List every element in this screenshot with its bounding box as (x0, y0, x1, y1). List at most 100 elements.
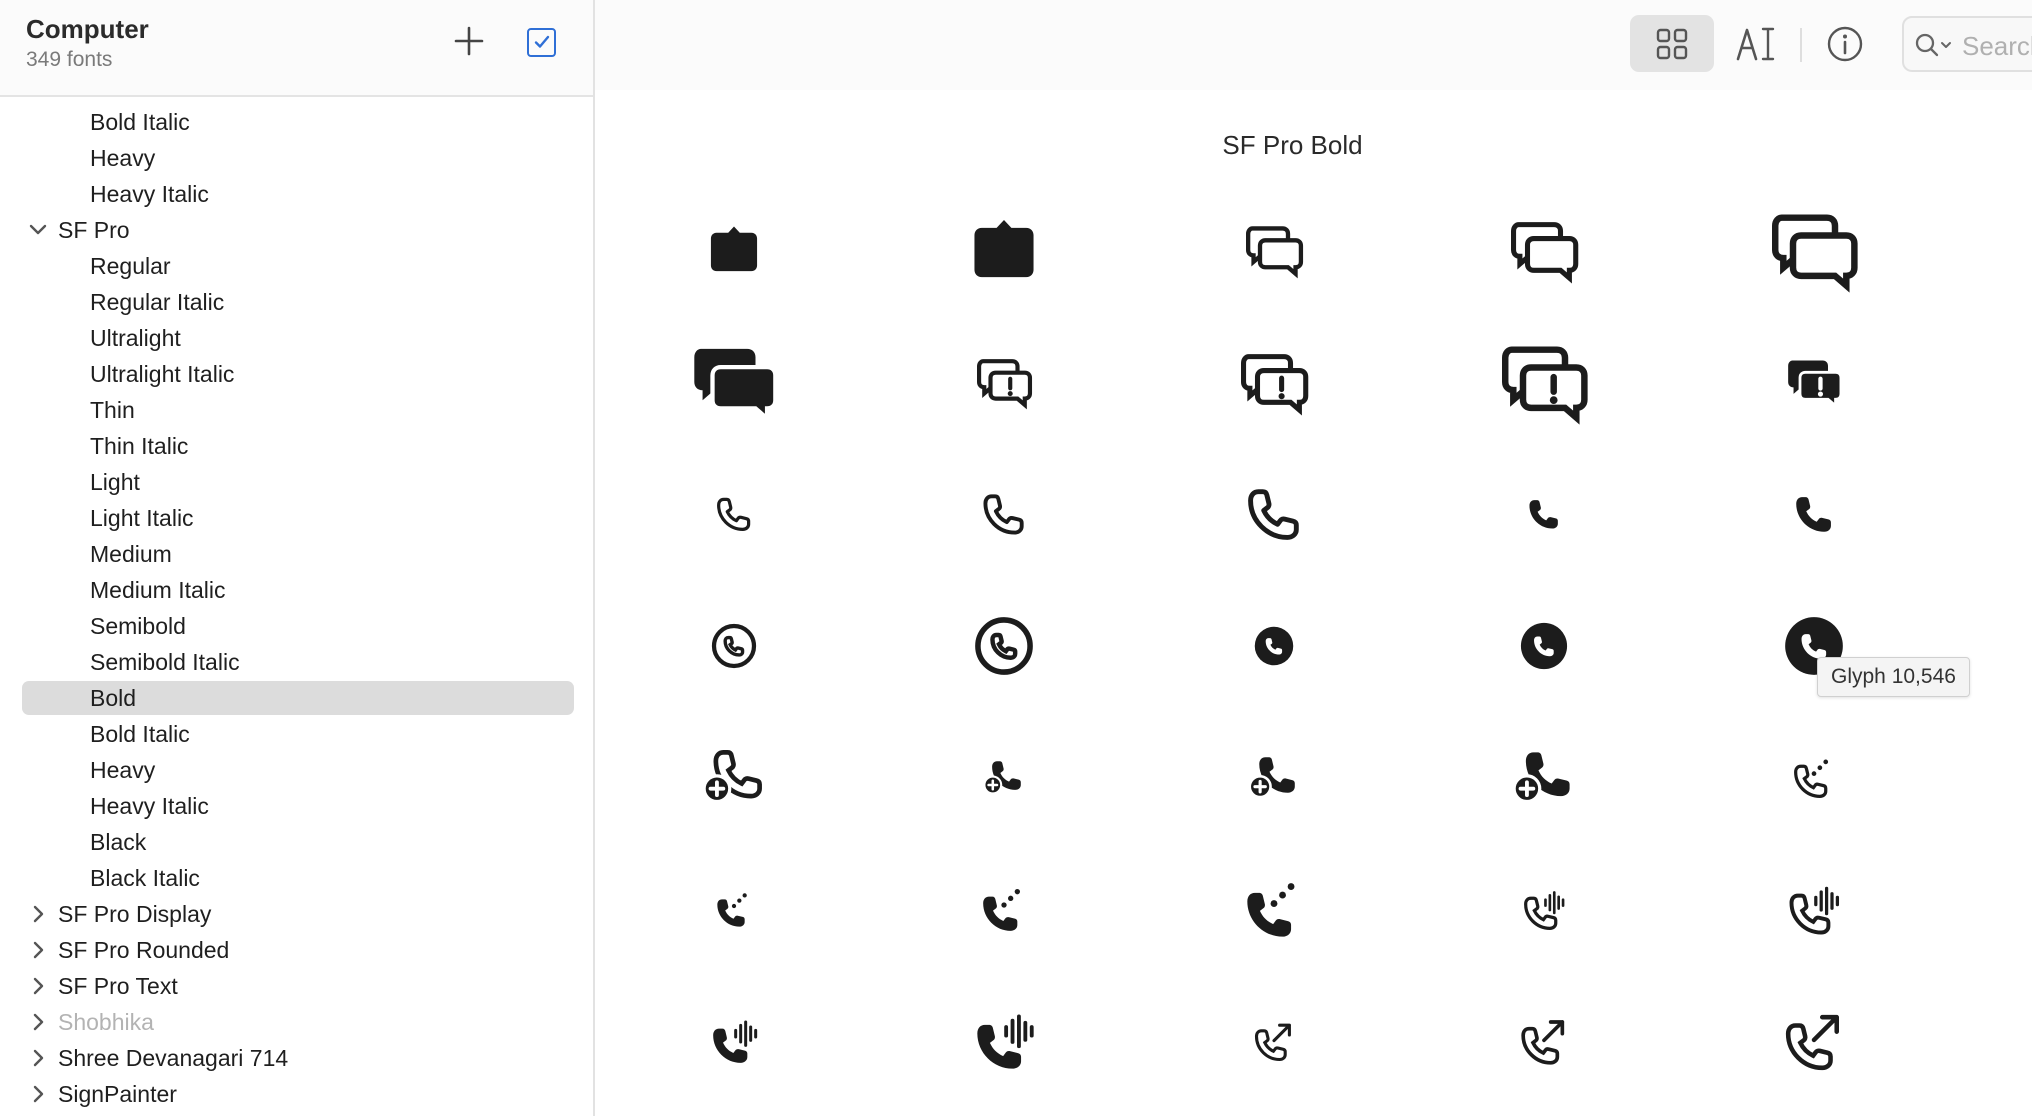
chevron-right-icon[interactable] (28, 896, 48, 932)
font-style-row[interactable]: Bold (0, 680, 593, 716)
add-font-button[interactable] (452, 24, 486, 58)
row-label: Semibold Italic (90, 649, 240, 675)
glyph-cell[interactable] (1174, 850, 1374, 970)
font-style-row[interactable]: Black (0, 824, 593, 860)
glyph-cell[interactable] (904, 190, 1104, 310)
glyph-cell[interactable] (904, 454, 1104, 574)
chevron-right-icon[interactable] (28, 1076, 48, 1112)
font-family-row[interactable]: SF Pro Text (0, 968, 593, 1004)
glyph-cell[interactable] (1174, 322, 1374, 442)
glyph-cell[interactable] (1714, 454, 1914, 574)
chevron-right-icon[interactable] (28, 1040, 48, 1076)
font-family-row[interactable]: Shree Devanagari 714 (0, 1040, 593, 1076)
search-field[interactable]: Search (1902, 16, 2032, 72)
chevron-right-icon[interactable] (28, 1004, 48, 1040)
phone-circle-outline-large-icon (975, 617, 1033, 675)
glyph-cell[interactable] (904, 982, 1104, 1102)
search-placeholder: Search (1962, 31, 2032, 61)
glyph-cell[interactable] (1714, 850, 1914, 970)
select-checkbox[interactable] (527, 28, 556, 57)
glyph-cell[interactable] (1174, 718, 1374, 838)
font-style-row[interactable]: Light (0, 464, 593, 500)
glyph-cell[interactable] (1174, 586, 1374, 706)
font-style-row[interactable]: Medium Italic (0, 572, 593, 608)
font-family-row[interactable]: SF Pro Rounded (0, 932, 593, 968)
font-family-row[interactable]: Shobhika (0, 1004, 593, 1040)
glyph-cell[interactable] (634, 982, 834, 1102)
font-style-row[interactable]: Heavy (0, 140, 593, 176)
phone-waveform-outline-large-icon (1789, 886, 1840, 935)
info-button[interactable] (1803, 15, 1887, 72)
sidebar-title: Computer (26, 14, 149, 44)
glyph-cell[interactable] (1444, 982, 1644, 1102)
chevron-right-icon[interactable] (28, 968, 48, 1004)
glyph-cell[interactable] (634, 850, 834, 970)
glyph-cell[interactable] (904, 586, 1104, 706)
glyph-cell[interactable] (1174, 454, 1374, 574)
text-cursor-icon (1736, 27, 1775, 60)
phone-outline-large-icon (1248, 489, 1299, 540)
row-label: Ultralight (90, 325, 181, 351)
glyph-cell[interactable] (634, 718, 834, 838)
phone-filled-medium-icon (1796, 497, 1831, 532)
font-style-row[interactable]: Light Italic (0, 500, 593, 536)
font-style-row[interactable]: Ultralight (0, 320, 593, 356)
glyph-cell[interactable] (1174, 190, 1374, 310)
font-style-row[interactable]: Heavy Italic (0, 176, 593, 212)
font-style-row[interactable]: Bold Italic (0, 716, 593, 752)
font-family-row[interactable]: SignPainter (0, 1076, 593, 1112)
phone-circle-outline-small-icon (711, 623, 757, 669)
glyph-cell[interactable] (904, 850, 1104, 970)
font-style-row[interactable]: Black Italic (0, 860, 593, 896)
font-style-row[interactable]: Bold Italic (0, 104, 593, 140)
glyph-cell[interactable] (1714, 190, 1914, 310)
row-label: SF Pro (58, 217, 130, 243)
glyph-cell[interactable] (904, 718, 1104, 838)
font-family-row[interactable]: SF Pro (0, 212, 593, 248)
glyph-cell[interactable] (1444, 322, 1644, 442)
font-style-row[interactable]: Heavy Italic (0, 788, 593, 824)
font-style-row[interactable]: Heavy (0, 752, 593, 788)
phone-circle-filled-medium-icon (1520, 622, 1568, 670)
font-style-row[interactable]: Regular (0, 248, 593, 284)
glyph-cell[interactable] (1444, 190, 1644, 310)
chevron-down-icon[interactable] (28, 212, 48, 248)
glyph-cell[interactable] (1444, 586, 1644, 706)
glyph-cell[interactable] (1444, 718, 1644, 838)
font-style-row[interactable]: Regular Italic (0, 284, 593, 320)
glyph-cell[interactable] (634, 586, 834, 706)
glyph-cell[interactable] (904, 322, 1104, 442)
grid-view-button[interactable] (1630, 15, 1714, 72)
font-family-row[interactable]: SF Pro Display (0, 896, 593, 932)
phone-outline-small-icon (717, 497, 751, 531)
glyph-cell[interactable] (1444, 454, 1644, 574)
font-style-row[interactable]: Thin (0, 392, 593, 428)
font-style-row[interactable]: Thin Italic (0, 428, 593, 464)
phone-filled-small-icon (1529, 500, 1558, 529)
font-style-row[interactable]: Semibold (0, 608, 593, 644)
font-style-row[interactable]: Semibold Italic (0, 644, 593, 680)
glyph-cell[interactable] (1714, 322, 1914, 442)
custom-view-button[interactable] (1714, 15, 1798, 72)
font-style-row[interactable]: Medium (0, 536, 593, 572)
row-label: Heavy Italic (90, 181, 209, 207)
glyph-tooltip: Glyph 10,546 (1817, 657, 1970, 697)
glyph-cell[interactable] (634, 454, 834, 574)
glyph-cell[interactable] (1174, 982, 1374, 1102)
phone-plus-filled-small-icon (983, 761, 1021, 795)
row-label: Black (90, 829, 147, 855)
glyph-cell[interactable] (1444, 850, 1644, 970)
row-label: SF Pro Text (58, 973, 178, 999)
glyph-cell[interactable] (1714, 982, 1914, 1102)
bubbles-exclamation-large-icon (1502, 346, 1588, 425)
glyph-cell[interactable] (634, 190, 834, 310)
font-style-row[interactable]: Ultralight Italic (0, 356, 593, 392)
font-list[interactable]: Bold Italic Heavy Heavy Italic SF Pro Regula… (0, 104, 593, 1112)
glyph-cell[interactable] (634, 322, 834, 442)
phone-dots-small-icon (717, 893, 747, 927)
grid-icon (1656, 28, 1688, 59)
glyph-cell[interactable] (1714, 718, 1914, 838)
chevron-right-icon[interactable] (28, 932, 48, 968)
phone-arrow-outline-small-icon (1254, 1023, 1291, 1062)
row-label: Bold Italic (90, 109, 190, 135)
